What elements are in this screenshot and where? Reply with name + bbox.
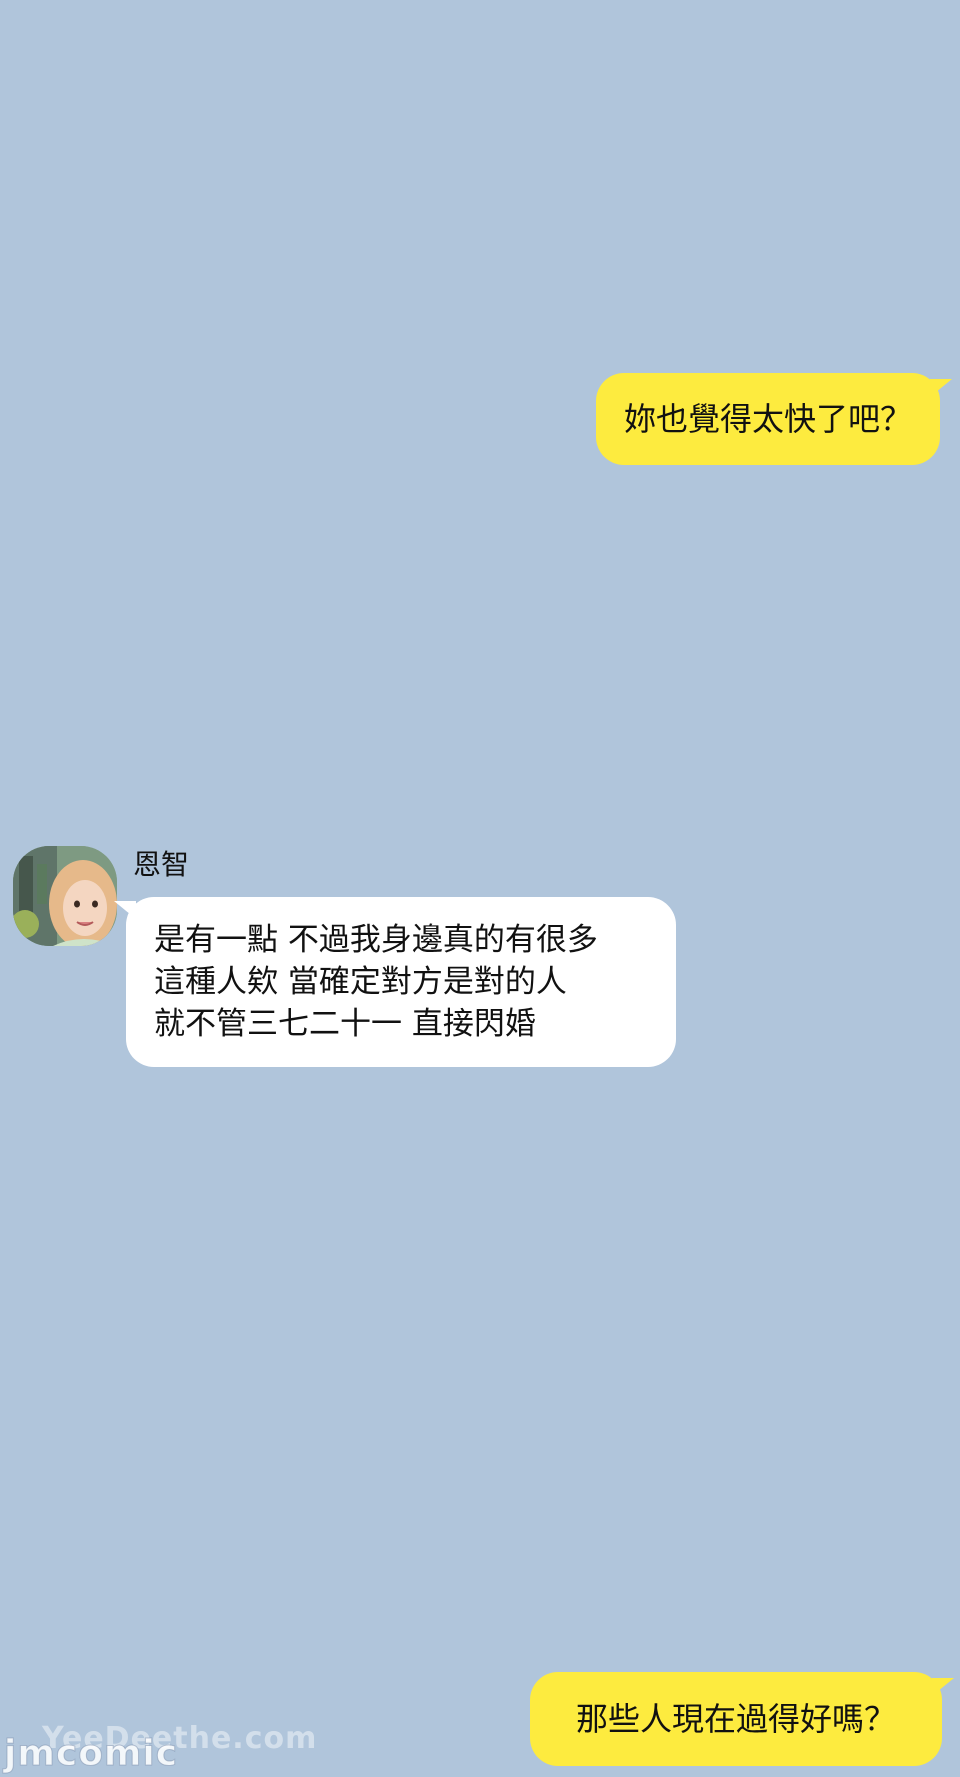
incoming-message-bubble[interactable]: 是有一點 不過我身邊真的有很多 這種人欸 當確定對方是對的人 就不管三七二十一 … <box>114 897 676 1067</box>
avatar[interactable] <box>13 846 117 946</box>
watermark-logo-text: jmcomic <box>3 1733 179 1775</box>
chat-area: 妳也覺得太快了吧？ 恩智 是有一點 不過我身邊真的有很多 這種人欸 當確定對方是… <box>0 0 960 1777</box>
message-line: 就不管三七二十一 直接閃婚 <box>154 1006 536 1042</box>
message-text: 妳也覺得太快了吧？ <box>623 400 912 438</box>
message-line: 是有一點 不過我身邊真的有很多 <box>154 922 598 958</box>
avatar-image <box>13 846 117 946</box>
message-line: 這種人欸 當確定對方是對的人 <box>154 964 567 1000</box>
watermark: YeeDeethe.com jmcomic <box>0 1721 330 1777</box>
outgoing-message-bubble[interactable]: 妳也覺得太快了吧？ <box>595 373 953 465</box>
sender-name: 恩智 <box>133 848 190 881</box>
message-text: 那些人現在過得好嗎？ <box>575 1700 896 1738</box>
outgoing-message-bubble[interactable]: 那些人現在過得好嗎？ <box>529 1672 955 1766</box>
